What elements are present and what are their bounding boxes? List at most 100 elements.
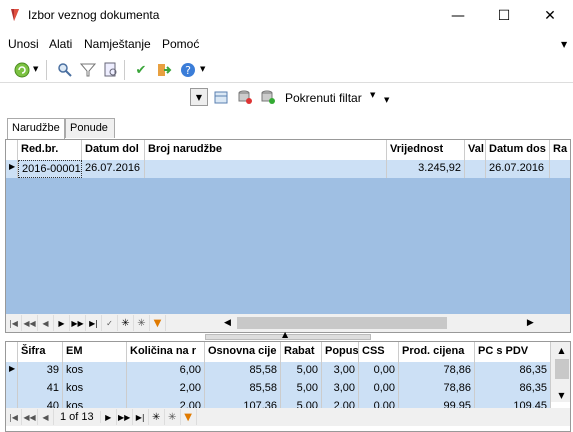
column-header[interactable]: Datum dos [486, 140, 550, 160]
minimize-button[interactable]: — [435, 0, 481, 31]
new-record-icon[interactable]: ✳ [118, 315, 134, 331]
column-header[interactable]: Broj narudžbe [145, 140, 387, 160]
prev-page-icon[interactable]: ◀◀ [22, 409, 38, 425]
table-cell[interactable]: 86,35 [475, 380, 551, 398]
table-cell[interactable]: 0,00 [359, 380, 399, 398]
next-record-icon[interactable]: ▶ [101, 409, 117, 425]
help-icon[interactable]: ? [178, 60, 198, 80]
prev-record-icon[interactable]: ◀ [38, 409, 54, 425]
preview-icon[interactable] [101, 60, 121, 80]
prev-record-icon[interactable]: ◀ [38, 315, 54, 331]
column-header[interactable]: Osnovna cije [205, 342, 281, 362]
table-cell[interactable]: 26.07.2016 [486, 160, 550, 178]
first-record-icon[interactable]: |◀ [6, 315, 22, 331]
window-title: Izbor veznog dokumenta [28, 8, 160, 22]
table-cell[interactable]: 78,86 [399, 362, 475, 380]
vertical-scrollbar-thumb[interactable] [554, 359, 569, 379]
filter-icon[interactable]: ▼ [150, 315, 166, 331]
table-cell[interactable]: 26.07.2016 [82, 160, 145, 178]
column-header[interactable]: Popus [322, 342, 359, 362]
search-icon[interactable] [55, 60, 75, 80]
maximize-button[interactable]: ☐ [481, 0, 527, 31]
next-record-icon[interactable]: ▶ [54, 315, 70, 331]
column-header[interactable]: Šifra [18, 342, 63, 362]
confirm-check-icon[interactable]: ✔ [131, 60, 151, 80]
table-cell[interactable]: kos [63, 380, 127, 398]
last-record-icon[interactable]: ▶| [86, 315, 102, 331]
table-cell[interactable]: 5,00 [281, 380, 322, 398]
table-cell[interactable]: 2016-00001 [18, 160, 82, 178]
exit-icon[interactable] [154, 60, 174, 80]
table-cell[interactable]: 78,86 [399, 380, 475, 398]
filter-icon[interactable]: ▼ [181, 409, 197, 425]
column-header[interactable]: Količina na r [127, 342, 205, 362]
table-cell[interactable] [465, 160, 486, 178]
table-cell[interactable]: 6,00 [127, 362, 205, 380]
filter-icon[interactable] [78, 60, 98, 80]
table-cell[interactable]: 39 [18, 362, 63, 380]
table-row[interactable]: ▶ 2016-00001 26.07.2016 3.245,92 26.07.2… [6, 160, 570, 178]
table-cell[interactable]: 85,58 [205, 362, 281, 380]
table-row[interactable]: 41 kos 2,00 85,58 5,00 3,00 0,00 78,86 8… [6, 380, 551, 398]
table-cell[interactable] [145, 160, 387, 178]
menu-unosi[interactable]: Unosi [8, 37, 39, 51]
table-cell[interactable]: 3.245,92 [387, 160, 465, 178]
items-navigator: |◀ ◀◀ ◀ 1 of 13 ▶ ▶▶ ▶| ✳ ✳ ▼ [6, 408, 570, 426]
database-add-icon[interactable] [258, 87, 278, 107]
scroll-up-icon[interactable]: ▲ [551, 346, 570, 355]
column-header[interactable]: EM [63, 342, 127, 362]
scroll-right-icon[interactable]: ▶ [527, 318, 534, 328]
table-cell[interactable]: kos [63, 362, 127, 380]
copy-record-icon[interactable]: ✳ [134, 315, 150, 331]
tab-narudzbe[interactable]: Narudžbe [7, 118, 65, 139]
remove-filter-icon[interactable] [235, 87, 255, 107]
table-cell[interactable]: 85,58 [205, 380, 281, 398]
filter-dropdown-button[interactable]: ▼ [190, 88, 208, 106]
table-row[interactable]: ▶ 39 kos 6,00 85,58 5,00 3,00 0,00 78,86… [6, 362, 551, 380]
table-cell[interactable]: 2,00 [127, 380, 205, 398]
table-cell[interactable]: 3,00 [322, 380, 359, 398]
column-header[interactable]: Datum dol [82, 140, 145, 160]
table-cell[interactable]: 3,00 [322, 362, 359, 380]
column-header[interactable]: Prod. cijena [399, 342, 475, 362]
run-filter-button[interactable]: Pokrenuti filtar [285, 91, 362, 105]
prev-page-icon[interactable]: ◀◀ [22, 315, 38, 331]
column-header[interactable]: Red.br. [18, 140, 82, 160]
refresh-icon[interactable] [12, 60, 32, 80]
new-record-icon[interactable]: ✳ [149, 409, 165, 425]
chevron-down-icon[interactable]: ▼ [33, 65, 38, 73]
table-cell[interactable]: 5,00 [281, 362, 322, 380]
chevron-up-icon[interactable]: ▲ [282, 330, 288, 339]
table-cell[interactable]: 41 [18, 380, 63, 398]
vertical-scrollbar[interactable]: ▲ ▼ [551, 342, 570, 402]
menu-namjestanje[interactable]: Namještanje [84, 37, 151, 51]
close-button[interactable]: ✕ [527, 0, 573, 31]
last-record-icon[interactable]: ▶| [133, 409, 149, 425]
copy-record-icon[interactable]: ✳ [165, 409, 181, 425]
scroll-left-icon[interactable]: ◀ [224, 318, 231, 328]
column-header[interactable]: CSS [359, 342, 399, 362]
edit-icon[interactable]: ✓ [102, 315, 118, 331]
overflow-chevron-icon[interactable]: ▼ [384, 96, 389, 104]
column-header[interactable]: Vrijednost [387, 140, 465, 160]
table-cell[interactable]: 0,00 [359, 362, 399, 380]
chevron-down-icon[interactable]: ▼ [200, 65, 205, 73]
column-header[interactable]: PC s PDV [475, 342, 551, 362]
menu-alati[interactable]: Alati [49, 37, 72, 51]
column-header[interactable]: Ra [550, 140, 570, 160]
table-cell[interactable] [550, 160, 570, 178]
column-header[interactable]: Val [465, 140, 486, 160]
horizontal-scrollbar-thumb[interactable] [236, 317, 447, 329]
column-header[interactable]: Rabat [281, 342, 322, 362]
chevron-down-icon[interactable]: ▼ [370, 91, 375, 99]
splitter-handle[interactable]: ▲ [205, 330, 371, 340]
menu-pomoc[interactable]: Pomoć [162, 37, 199, 51]
next-page-icon[interactable]: ▶▶ [117, 409, 133, 425]
tab-ponude[interactable]: Ponude [65, 118, 115, 138]
menu-overflow-icon[interactable]: ▼ [561, 40, 567, 49]
add-filter-icon[interactable] [212, 87, 232, 107]
next-page-icon[interactable]: ▶▶ [70, 315, 86, 331]
first-record-icon[interactable]: |◀ [6, 409, 22, 425]
table-cell[interactable]: 86,35 [475, 362, 551, 380]
scroll-down-icon[interactable]: ▼ [551, 391, 570, 400]
